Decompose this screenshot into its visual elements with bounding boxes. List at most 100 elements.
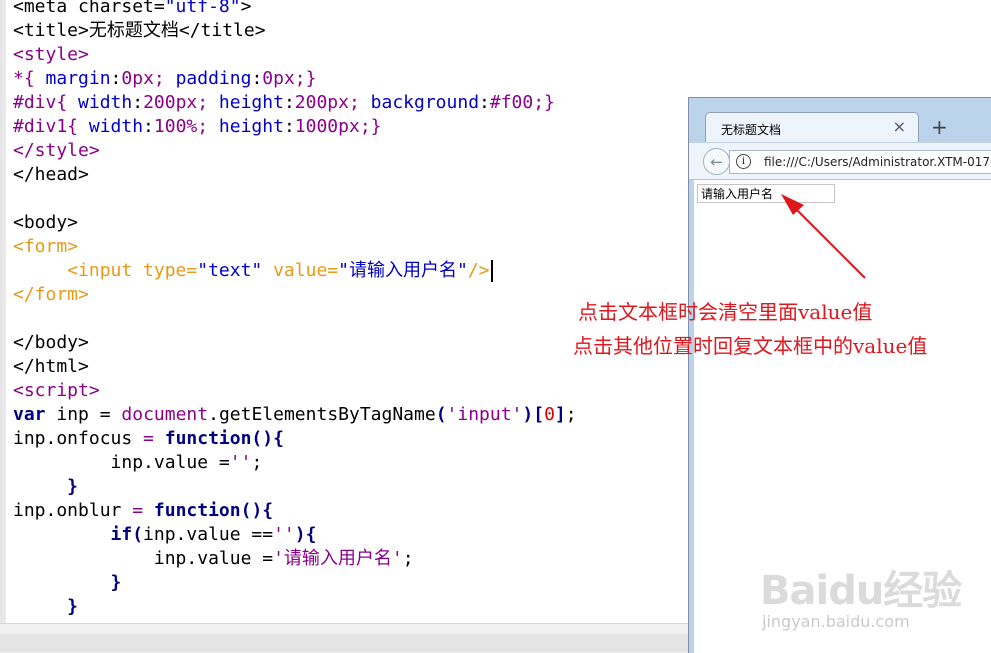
code-token: 0px; <box>121 68 176 89</box>
back-arrow-icon[interactable]: ← <box>703 148 730 175</box>
code-line[interactable]: inp.onfocus = function(){ <box>13 427 577 451</box>
code-token: "utf-8" <box>164 0 241 17</box>
code-token: } <box>13 476 79 497</box>
code-token: #f00;} <box>489 92 555 113</box>
back-glyph: ← <box>710 152 723 171</box>
code-token: : <box>479 92 490 113</box>
info-icon[interactable]: i <box>736 154 751 169</box>
code-token: *{ <box>13 68 46 89</box>
code-token: ] <box>554 404 566 425</box>
code-token: : <box>143 116 154 137</box>
watermark-url: jingyan.baidu.com <box>762 612 910 631</box>
url-text[interactable]: file:///C:/Users/Administrator.XTM-0170 <box>764 155 991 169</box>
code-token: </form> <box>13 284 89 305</box>
code-token: height <box>218 116 284 137</box>
close-icon[interactable]: × <box>893 117 906 137</box>
code-line[interactable]: if(inp.value ==''){ <box>13 523 577 547</box>
code-token: var <box>13 404 57 425</box>
code-token: <form> <box>13 236 79 257</box>
code-token: : <box>283 92 295 113</box>
horizontal-scrollbar[interactable] <box>0 634 688 652</box>
code-token: <input <box>67 260 144 281</box>
code-token: if( <box>13 524 144 545</box>
code-token: </body> <box>13 332 89 353</box>
code-token: 200px; <box>294 92 371 113</box>
code-token: <style> <box>13 44 89 65</box>
code-token: 1000px;} <box>294 116 382 137</box>
tab-active[interactable]: 无标题文档 × <box>705 112 919 143</box>
baidu-watermark: Baidu经验 jingyan.baidu.com <box>752 540 991 653</box>
code-token: /> <box>467 260 490 281</box>
code-token: .getElementsByTagName <box>208 404 436 425</box>
code-line[interactable]: var inp = document.getElementsByTagName(… <box>13 403 577 427</box>
code-token: document <box>121 404 209 425</box>
code-line[interactable]: } <box>13 571 577 595</box>
code-token: function(){ <box>164 428 284 449</box>
code-token: 200px; <box>143 92 219 113</box>
code-line[interactable]: </form> <box>13 283 577 307</box>
code-token: </head> <box>13 164 89 185</box>
code-token: : <box>283 116 295 137</box>
code-line[interactable]: inp.onblur = function(){ <box>13 499 577 523</box>
code-token: 0 <box>544 404 555 425</box>
code-token: <body> <box>13 212 79 233</box>
code-token: ){ <box>294 524 317 545</box>
code-line[interactable]: inp.value ='请输入用户名'; <box>13 547 577 571</box>
code-token: 100%; <box>153 116 219 137</box>
code-line[interactable] <box>13 307 577 331</box>
code-token: padding <box>175 68 252 89</box>
code-lines[interactable]: <meta charset="utf-8"> <title>无标题文档</titl… <box>13 0 577 619</box>
code-token: margin <box>45 68 111 89</box>
code-line[interactable]: <script> <box>13 379 577 403</box>
code-line[interactable] <box>13 187 577 211</box>
code-line[interactable]: </html> <box>13 355 577 379</box>
code-line[interactable]: #div{ width:200px; height:200px; backgro… <box>13 91 577 115</box>
code-line[interactable]: } <box>13 475 577 499</box>
new-tab-icon[interactable]: + <box>931 116 948 138</box>
code-line[interactable]: inp.value =''; <box>13 451 577 475</box>
code-token: inp <box>56 404 100 425</box>
code-line[interactable]: <body> <box>13 211 577 235</box>
code-token: inp.value = <box>13 452 230 473</box>
code-token: ; <box>565 404 577 425</box>
code-token: ( <box>435 404 447 425</box>
code-token: inp.value = <box>13 548 274 569</box>
username-input[interactable] <box>697 184 835 203</box>
code-line[interactable]: <meta charset="utf-8"> <box>13 0 577 19</box>
code-token: 'input' <box>446 404 523 425</box>
code-line[interactable]: </style> <box>13 139 577 163</box>
code-token: background <box>370 92 480 113</box>
code-token: 无标题文档 <box>88 20 179 41</box>
code-token: : <box>132 92 144 113</box>
code-token: = <box>99 404 122 425</box>
code-token: )[ <box>522 404 545 425</box>
code-token: <meta charset= <box>13 0 165 17</box>
code-token: </title> <box>178 20 266 41</box>
code-line[interactable]: *{ margin:0px; padding:0px;} <box>13 67 577 91</box>
code-line[interactable]: </body> <box>13 331 577 355</box>
watermark-logo: Baidu经验 <box>760 568 962 614</box>
code-token: } <box>13 572 122 593</box>
code-line[interactable]: <form> <box>13 235 577 259</box>
code-line[interactable]: </head> <box>13 163 577 187</box>
code-token: "请输入用户名" <box>338 260 468 281</box>
code-token: function(){ <box>153 500 274 521</box>
code-token: = <box>143 428 165 449</box>
code-token: : <box>110 68 122 89</box>
address-bar[interactable]: i file:///C:/Users/Administrator.XTM-017… <box>729 150 991 174</box>
code-token: '请输入用户名' <box>273 548 403 569</box>
code-token: "text" <box>197 260 274 281</box>
code-token: ; <box>251 452 263 473</box>
code-line[interactable]: <style> <box>13 43 577 67</box>
code-token: ; <box>402 548 414 569</box>
code-token: 0px;} <box>262 68 317 89</box>
code-line[interactable]: } <box>13 595 577 619</box>
code-line[interactable]: <input type="text" value="请输入用户名"/> <box>13 259 577 283</box>
code-token: : <box>251 68 263 89</box>
code-token: inp.onblur <box>13 500 133 521</box>
tab-bar: 无标题文档 × + <box>689 98 991 143</box>
code-line[interactable]: #div1{ width:100%; height:1000px;} <box>13 115 577 139</box>
code-token: width <box>78 92 133 113</box>
code-line[interactable]: <title>无标题文档</title> <box>13 19 577 43</box>
